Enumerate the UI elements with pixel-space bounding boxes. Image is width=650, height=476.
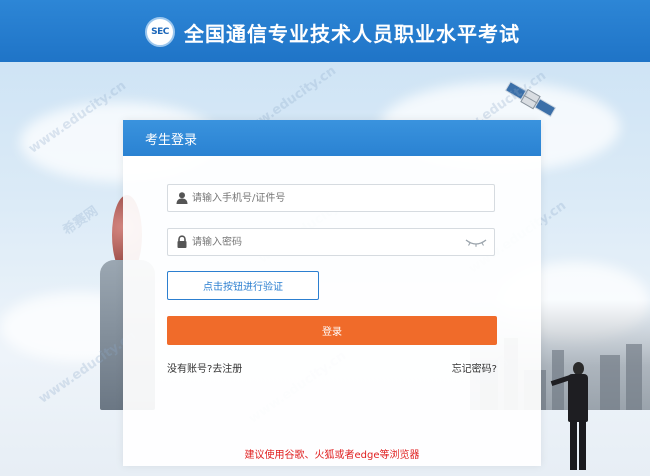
no-account-text: 没有账号? xyxy=(167,364,213,375)
password-input[interactable] xyxy=(192,229,462,255)
password-field[interactable] xyxy=(167,228,495,256)
login-page: SEC 全国通信专业技术人员职业水平考试 www.educity.cn www.… xyxy=(0,0,650,476)
phone-input[interactable] xyxy=(192,185,462,211)
phone-field[interactable] xyxy=(167,184,495,212)
lock-icon xyxy=(177,235,187,248)
verify-button[interactable]: 点击按钮进行验证 xyxy=(167,271,319,300)
sec-logo: SEC xyxy=(145,17,175,47)
businessman-figure xyxy=(550,362,591,470)
logo-text: SEC xyxy=(151,27,169,37)
forgot-password-link[interactable]: 忘记密码? xyxy=(452,360,497,375)
building xyxy=(626,344,642,410)
user-icon xyxy=(176,192,188,204)
register-link[interactable]: 去注册 xyxy=(212,364,242,375)
login-panel: 考生登录 点击按钮进行验证 登录 没有账号?去 xyxy=(123,120,541,466)
building xyxy=(600,355,620,410)
eye-icon[interactable] xyxy=(465,237,487,247)
satellite-icon xyxy=(504,81,557,118)
login-button[interactable]: 登录 xyxy=(167,316,497,345)
person-leg xyxy=(579,420,586,470)
browser-recommendation: 建议使用谷歌、火狐或者edge等浏览器 xyxy=(244,450,420,461)
register-row: 没有账号?去注册 xyxy=(167,360,242,375)
person-leg xyxy=(570,420,577,470)
login-title: 考生登录 xyxy=(145,133,198,148)
top-header: SEC 全国通信专业技术人员职业水平考试 xyxy=(0,0,650,62)
person-body xyxy=(568,374,588,422)
site-title: 全国通信专业技术人员职业水平考试 xyxy=(184,22,520,46)
login-panel-header: 考生登录 xyxy=(123,120,541,156)
